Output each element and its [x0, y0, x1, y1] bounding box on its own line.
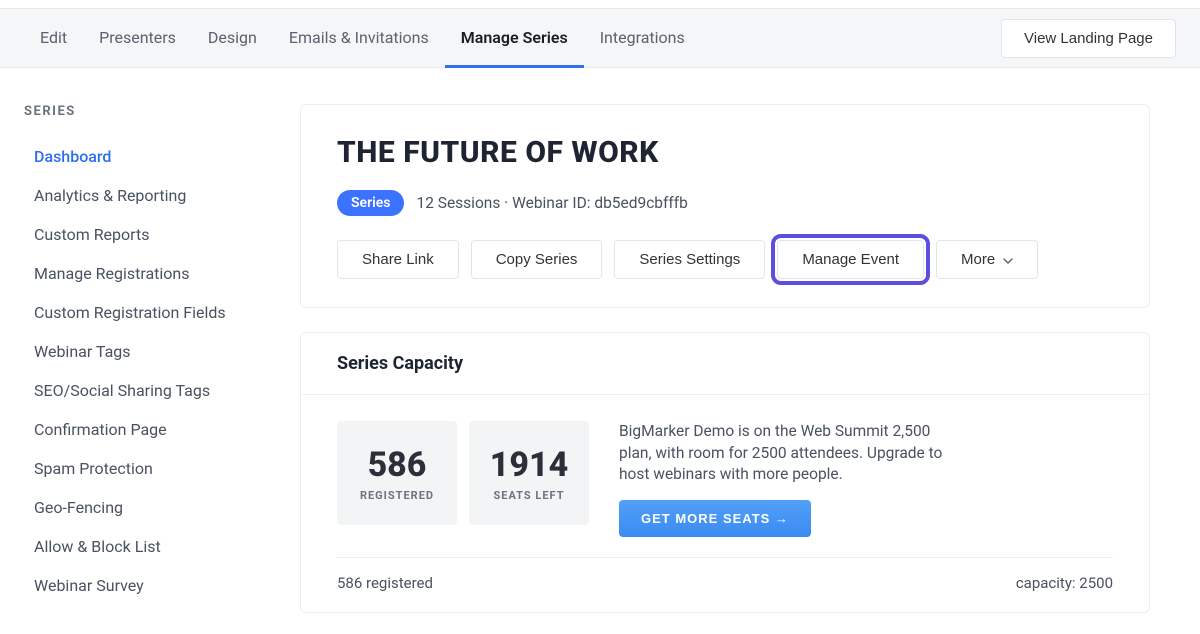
- series-meta-text: 12 Sessions · Webinar ID: db5ed9cbfffb: [416, 194, 687, 212]
- sidebar-item-geo-fencing[interactable]: Geo-Fencing: [34, 488, 280, 527]
- capacity-title: Series Capacity: [337, 353, 1113, 374]
- sidebar: SERIES Dashboard Analytics & Reporting C…: [0, 68, 280, 613]
- share-link-button[interactable]: Share Link: [337, 240, 459, 279]
- capacity-footer-capacity: capacity: 2500: [1016, 574, 1113, 592]
- sidebar-item-seo-social-tags[interactable]: SEO/Social Sharing Tags: [34, 371, 280, 410]
- tab-edit[interactable]: Edit: [24, 8, 83, 68]
- tab-manage-series[interactable]: Manage Series: [445, 8, 584, 68]
- stat-seats-left: 1914 SEATS LEFT: [469, 421, 589, 525]
- sidebar-item-webinar-tags[interactable]: Webinar Tags: [34, 332, 280, 371]
- view-landing-page-button[interactable]: View Landing Page: [1001, 19, 1176, 58]
- stat-registered-label: REGISTERED: [360, 489, 434, 502]
- series-meta-row: Series 12 Sessions · Webinar ID: db5ed9c…: [337, 190, 1113, 216]
- tab-integrations[interactable]: Integrations: [584, 8, 701, 68]
- stat-seats-left-number: 1914: [490, 445, 568, 485]
- sidebar-item-allow-block-list[interactable]: Allow & Block List: [34, 527, 280, 566]
- series-header-panel: THE FUTURE OF WORK Series 12 Sessions · …: [300, 104, 1150, 308]
- action-row: Share Link Copy Series Series Settings M…: [337, 240, 1113, 279]
- sidebar-item-confirmation-page[interactable]: Confirmation Page: [34, 410, 280, 449]
- tab-design[interactable]: Design: [192, 8, 273, 68]
- page-title: THE FUTURE OF WORK: [337, 135, 1113, 170]
- manage-event-button[interactable]: Manage Event: [777, 240, 924, 279]
- sidebar-item-custom-reports[interactable]: Custom Reports: [34, 215, 280, 254]
- sidebar-heading: SERIES: [24, 104, 280, 119]
- tab-presenters[interactable]: Presenters: [83, 8, 192, 68]
- capacity-footer-registered: 586 registered: [337, 574, 433, 592]
- series-badge: Series: [337, 190, 404, 216]
- more-button[interactable]: More: [936, 240, 1038, 279]
- sidebar-item-spam-protection[interactable]: Spam Protection: [34, 449, 280, 488]
- capacity-description: BigMarker Demo is on the Web Summit 2,50…: [619, 421, 959, 486]
- chevron-down-icon: [1003, 251, 1013, 268]
- stat-seats-left-label: SEATS LEFT: [493, 489, 564, 502]
- get-more-seats-button[interactable]: GET MORE SEATS →: [619, 500, 811, 537]
- sidebar-item-analytics[interactable]: Analytics & Reporting: [34, 176, 280, 215]
- copy-series-button[interactable]: Copy Series: [471, 240, 603, 279]
- tab-emails-invitations[interactable]: Emails & Invitations: [273, 8, 445, 68]
- stat-registered-number: 586: [368, 445, 427, 485]
- sidebar-item-custom-registration-fields[interactable]: Custom Registration Fields: [34, 293, 280, 332]
- series-settings-button[interactable]: Series Settings: [614, 240, 765, 279]
- sidebar-item-webinar-survey[interactable]: Webinar Survey: [34, 566, 280, 605]
- sidebar-item-manage-registrations[interactable]: Manage Registrations: [34, 254, 280, 293]
- main-content: THE FUTURE OF WORK Series 12 Sessions · …: [280, 68, 1200, 613]
- sidebar-item-dashboard[interactable]: Dashboard: [34, 137, 280, 176]
- more-label: More: [961, 251, 995, 268]
- stat-registered: 586 REGISTERED: [337, 421, 457, 525]
- series-capacity-panel: Series Capacity 586 REGISTERED 1914 SEAT…: [300, 332, 1150, 613]
- top-nav: Edit Presenters Design Emails & Invitati…: [24, 8, 701, 68]
